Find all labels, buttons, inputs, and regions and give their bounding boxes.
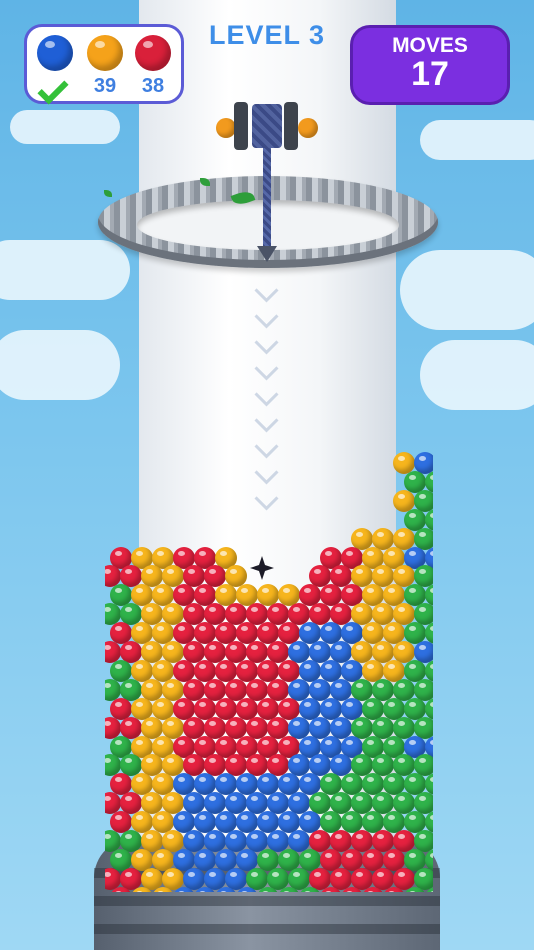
drill-arrow-icon [257,246,277,262]
cloud [0,330,120,400]
cloud [420,340,534,410]
hit-marker-icon [250,556,274,580]
cloud [420,120,534,160]
ball-counter-panel: 39 38 [24,24,184,105]
orange-count: 39 [93,75,117,97]
cloud [400,250,534,330]
cloud [0,240,130,300]
blue-ball-icon [37,35,73,71]
orange-ball-icon [87,35,123,71]
red-ball-icon [135,35,171,71]
level-title: LEVEL 3 [208,20,326,50]
red-count: 38 [141,75,165,97]
ball-stack[interactable] [105,452,433,892]
moves-value: 17 [411,55,449,93]
leaf-debris [104,190,112,197]
cloud [10,110,120,144]
moves-panel: MOVES 17 [350,25,510,105]
check-icon [37,73,69,105]
